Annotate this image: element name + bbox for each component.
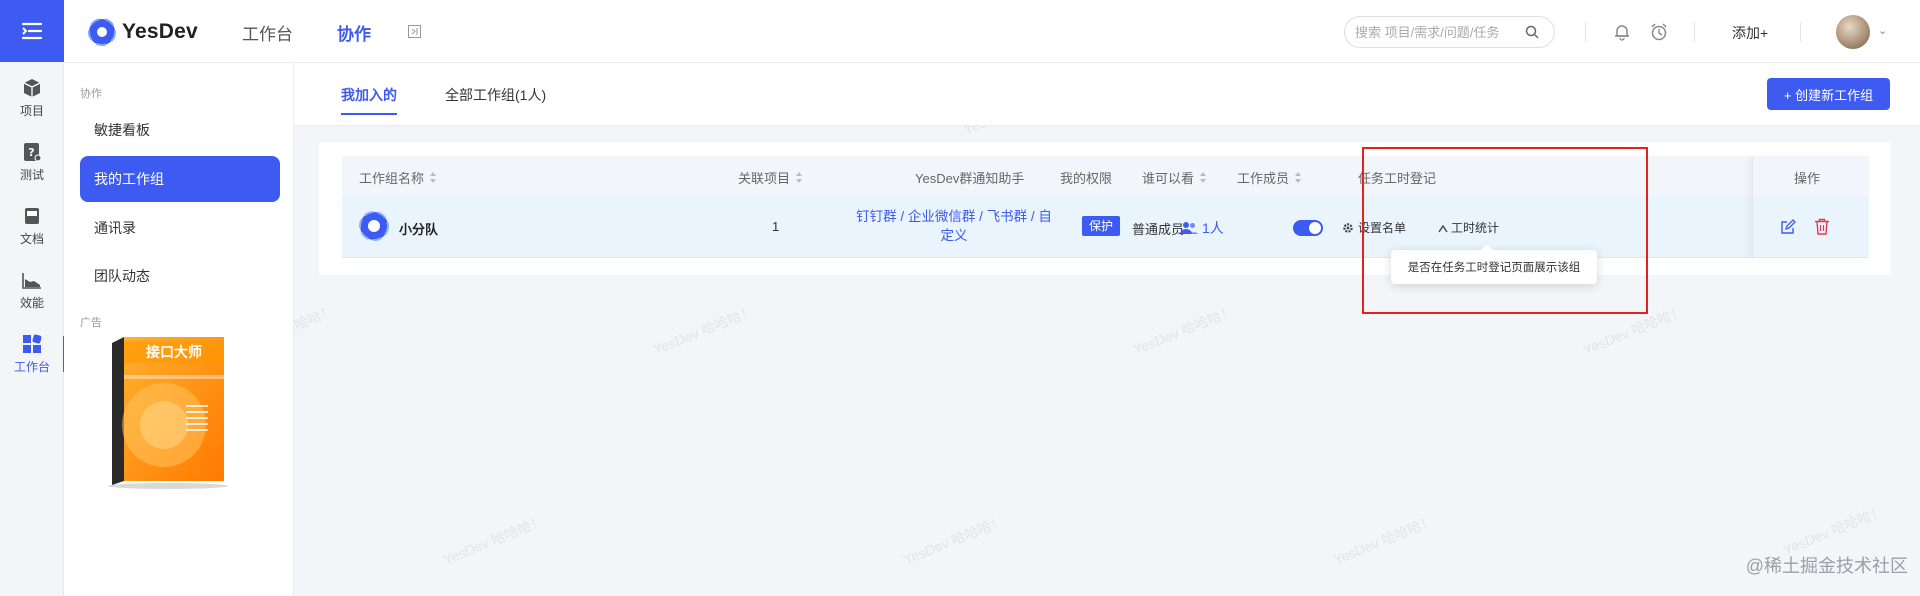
search-box[interactable] bbox=[1344, 16, 1555, 48]
yesdev-logo-icon bbox=[88, 18, 116, 46]
source-credit: @稀土掘金技术社区 bbox=[1745, 556, 1908, 576]
create-group-button[interactable]: + 创建新工作组 bbox=[1767, 78, 1890, 110]
nav-workbench[interactable]: 工作台 bbox=[242, 20, 293, 45]
rail-item-label: 项目 bbox=[19, 103, 44, 118]
sidebar-item-label: 通讯录 bbox=[94, 220, 136, 236]
users-icon bbox=[1180, 222, 1198, 234]
rail-item-project[interactable]: 项目 bbox=[0, 66, 64, 130]
column-header-visibility[interactable]: 谁可以看 bbox=[1142, 168, 1207, 187]
search-input[interactable] bbox=[1355, 24, 1525, 40]
expand-icon[interactable] bbox=[408, 25, 421, 38]
sort-icon[interactable] bbox=[1295, 172, 1302, 183]
tab-all-groups[interactable]: 全部工作组(1人) bbox=[445, 85, 546, 105]
main-content: 我加入的 全部工作组(1人) + 创建新工作组 工作组名称 关联项目 YesDe… bbox=[294, 63, 1920, 596]
test-icon: ? bbox=[24, 142, 42, 161]
gear-icon bbox=[1343, 222, 1353, 233]
bell-icon[interactable] bbox=[1612, 22, 1632, 42]
column-header-permission: 我的权限 bbox=[1060, 171, 1113, 186]
divider bbox=[1800, 22, 1801, 42]
sidebar-item-label: 我的工作组 bbox=[94, 171, 164, 187]
chart-icon bbox=[22, 272, 41, 289]
brand-name: YesDev bbox=[122, 20, 198, 43]
ad-label: 广告 bbox=[80, 317, 102, 329]
rail-item-label: 文档 bbox=[19, 231, 44, 246]
rail-item-label: 测试 bbox=[19, 167, 44, 182]
workbench-icon bbox=[23, 334, 42, 353]
rail-item-label: 工作台 bbox=[13, 359, 50, 374]
top-bar: YesDev 工作台 协作 添加+ ⌄ bbox=[64, 0, 1920, 63]
highlight-box bbox=[1362, 147, 1648, 314]
column-header-name[interactable]: 工作组名称 bbox=[359, 168, 437, 187]
rail-item-workbench[interactable]: 工作台 bbox=[0, 322, 65, 386]
sub-sidebar: 协作 敏捷看板 我的工作组 通讯录 团队动态 广告 接口大师 bbox=[64, 63, 294, 596]
group-label: 协作 bbox=[80, 88, 102, 100]
sidebar-item-contacts[interactable]: 通讯录 bbox=[80, 205, 280, 251]
search-icon[interactable] bbox=[1525, 25, 1539, 39]
actions-column bbox=[1752, 156, 1869, 258]
group-name[interactable]: 小分队 bbox=[399, 219, 438, 238]
group-table-card: 工作组名称 关联项目 YesDev群通知助手 我的权限 谁可以看 工作成员 任务… bbox=[319, 142, 1891, 275]
ad-product-box[interactable]: 接口大师 bbox=[102, 335, 242, 490]
trash-icon[interactable] bbox=[1814, 218, 1830, 235]
members-count: 1人 bbox=[1202, 220, 1224, 236]
sort-icon[interactable] bbox=[796, 172, 803, 183]
rail-item-label: 效能 bbox=[19, 295, 44, 310]
logo[interactable]: YesDev bbox=[88, 18, 198, 46]
hour-register-toggle[interactable] bbox=[1293, 220, 1323, 236]
sort-icon[interactable] bbox=[1200, 172, 1207, 183]
nav-collaboration[interactable]: 协作 bbox=[337, 20, 371, 45]
column-header-members[interactable]: 工作成员 bbox=[1237, 168, 1302, 187]
sidebar-item-my-groups[interactable]: 我的工作组 bbox=[80, 156, 280, 202]
sort-icon[interactable] bbox=[430, 172, 437, 183]
visibility-badge: 保护 bbox=[1082, 216, 1121, 236]
column-header-notify: YesDev群通知助手 bbox=[915, 171, 1025, 186]
tab-joined[interactable]: 我加入的 bbox=[341, 85, 397, 115]
rail-item-docs[interactable]: 文档 bbox=[0, 194, 64, 258]
menu-icon bbox=[21, 22, 43, 40]
document-icon bbox=[25, 207, 39, 224]
sidebar-item-label: 敏捷看板 bbox=[94, 122, 150, 138]
members-link[interactable]: 1人 bbox=[1180, 218, 1224, 238]
add-button[interactable]: 添加+ bbox=[1732, 23, 1768, 43]
sidebar-item-team-activity[interactable]: 团队动态 bbox=[80, 253, 280, 299]
column-header-projects[interactable]: 关联项目 bbox=[738, 168, 803, 187]
team-avatar-icon bbox=[359, 211, 389, 241]
tab-bar: 我加入的 全部工作组(1人) + 创建新工作组 bbox=[294, 63, 1920, 126]
divider bbox=[1694, 22, 1695, 42]
menu-toggle[interactable] bbox=[0, 0, 64, 62]
cube-icon bbox=[23, 78, 41, 97]
rail-item-efficiency[interactable]: 效能 bbox=[0, 258, 64, 322]
permission-value: 普通成员 bbox=[1132, 222, 1185, 237]
alarm-clock-icon[interactable] bbox=[1649, 22, 1669, 42]
rail-item-test[interactable]: ? 测试 bbox=[0, 130, 64, 194]
divider bbox=[1585, 22, 1586, 42]
notify-channels-link[interactable]: 钉钉群 / 企业微信群 / 飞书群 / 自定义 bbox=[854, 207, 1054, 245]
chevron-down-icon[interactable]: ⌄ bbox=[1878, 24, 1887, 37]
edit-icon[interactable] bbox=[1780, 219, 1796, 235]
sidebar-item-label: 团队动态 bbox=[94, 268, 150, 284]
avatar[interactable] bbox=[1836, 15, 1870, 49]
svg-text:?: ? bbox=[28, 146, 34, 159]
left-rail: 项目 ? 测试 文档 效能 工作台 bbox=[0, 0, 65, 596]
sidebar-item-kanban[interactable]: 敏捷看板 bbox=[80, 107, 280, 153]
linked-projects-count: 1 bbox=[772, 219, 780, 234]
ad-title: 接口大师 bbox=[146, 344, 202, 361]
